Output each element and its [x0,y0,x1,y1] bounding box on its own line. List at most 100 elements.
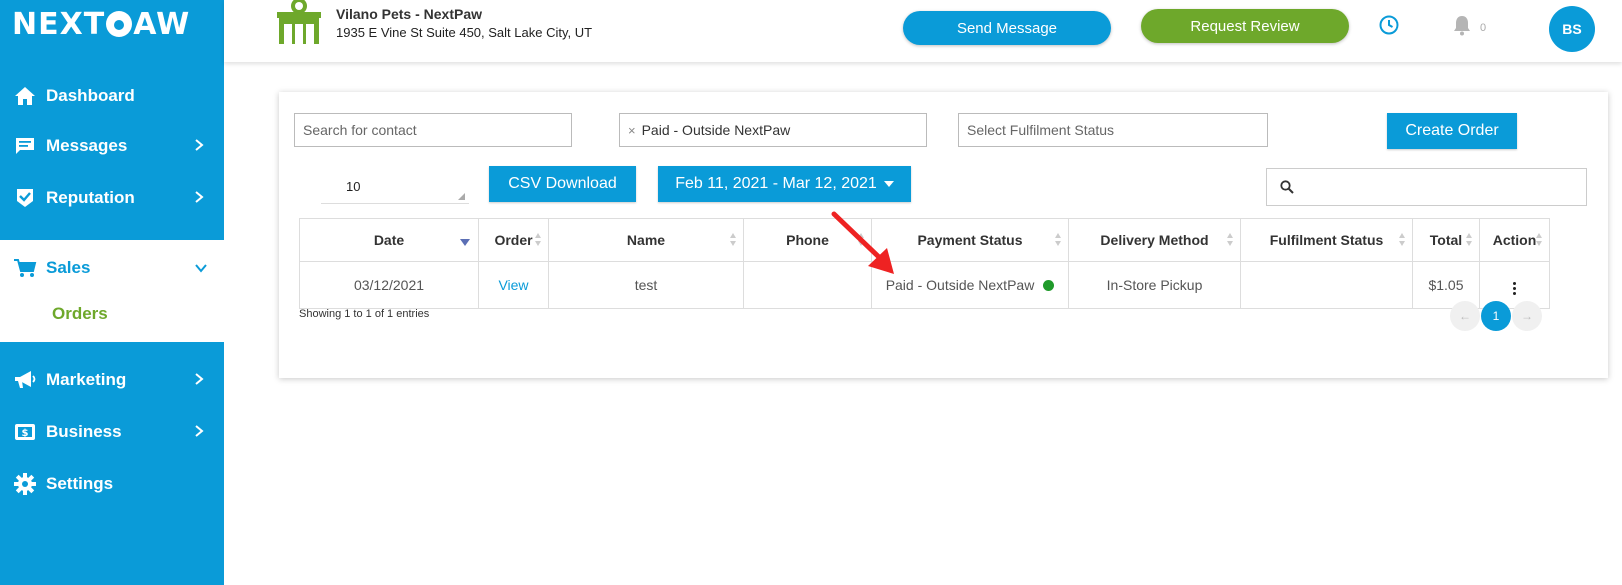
column-header-total[interactable]: Total [1412,218,1480,262]
column-label: Fulfilment Status [1269,232,1384,248]
cell-delivery-method: In-Store Pickup [1068,261,1241,309]
sidebar: NEXT AW Dashboard Messages Reputation Sal… [0,0,224,585]
sidebar-sales-group: Sales Orders [0,240,224,342]
nextpaw-logo[interactable]: NEXT AW [12,6,190,42]
view-order-link[interactable]: View [498,277,528,293]
pagination-next-button[interactable]: → [1512,301,1542,331]
entries-info: Showing 1 to 1 of 1 entries [299,308,430,320]
sidebar-item-label: Messages [46,136,128,155]
sidebar-item-label: Settings [46,474,114,493]
store-address: 1935 E Vine St Suite 450, Salt Lake City… [336,25,593,40]
sort-icon [1399,233,1406,247]
cell-payment-status: Paid - Outside NextPaw [871,261,1069,309]
sidebar-item-marketing[interactable]: Marketing [0,354,224,406]
column-label: Payment Status [917,232,1023,248]
svg-text:$: $ [22,428,29,439]
chevron-right-icon [195,373,204,385]
gear-icon [13,473,37,495]
column-header-action[interactable]: Action [1479,218,1550,262]
message-icon [13,135,37,157]
sidebar-item-label: Business [46,422,122,441]
sidebar-item-dashboard[interactable]: Dashboard [0,70,224,122]
column-label: Date [373,232,405,248]
column-label: Phone [786,232,829,248]
sort-icon [1466,233,1473,247]
cart-icon [13,257,37,279]
sort-desc-icon [460,239,470,246]
payment-status-text: Paid - Outside NextPaw [885,277,1035,293]
column-label: Total [1429,232,1463,248]
sidebar-item-settings[interactable]: Settings [0,458,224,510]
date-range-label: Feb 11, 2021 - Mar 12, 2021 [675,175,877,192]
column-header-order[interactable]: Order [478,218,549,262]
orders-card: Search for contact × Paid - Outside Next… [279,92,1608,378]
orders-table: Date Order Name Phone Payment Status Del… [299,218,1550,309]
column-label: Delivery Method [1100,232,1209,248]
request-review-button[interactable]: Request Review [1141,9,1349,43]
store-name: Vilano Pets - NextPaw [336,6,483,22]
check-shield-icon [13,187,37,209]
megaphone-icon [13,369,37,391]
table-header-row: Date Order Name Phone Payment Status Del… [299,218,1550,262]
remove-tag-icon[interactable]: × [628,123,636,138]
send-message-button[interactable]: Send Message [903,11,1111,45]
bell-icon[interactable] [1452,14,1472,36]
sidebar-item-messages[interactable]: Messages [0,120,224,172]
fulfilment-status-select[interactable]: Select Fulfilment Status [958,113,1268,147]
resize-grip-icon [458,193,465,200]
chevron-right-icon [195,139,204,151]
create-order-button[interactable]: Create Order [1387,113,1517,149]
sort-icon [730,233,737,247]
sort-icon [1227,233,1234,247]
search-icon [1280,180,1294,194]
page-size-value: 10 [346,179,361,194]
page-size-select[interactable]: 10 [321,170,469,204]
contact-search-input[interactable]: Search for contact [294,113,572,147]
cell-fulfilment-status [1240,261,1413,309]
pagination-page-1[interactable]: 1 [1481,301,1511,331]
cell-order: View [478,261,549,309]
column-header-fulfilment-status[interactable]: Fulfilment Status [1240,218,1413,262]
store-icon [277,0,321,44]
avatar[interactable]: BS [1549,6,1595,52]
cell-name: test [548,261,744,309]
notification-count: 0 [1480,22,1487,34]
column-header-name[interactable]: Name [548,218,744,262]
top-header: Vilano Pets - NextPaw 1935 E Vine St Sui… [224,0,1622,62]
annotation-arrow-icon [831,211,894,274]
paw-icon [106,11,133,37]
status-dot-icon [1043,280,1055,291]
sidebar-item-reputation[interactable]: Reputation [0,172,224,224]
table-row: 03/12/2021 View test Paid - Outside Next… [299,261,1550,309]
date-range-button[interactable]: Feb 11, 2021 - Mar 12, 2021 [658,166,911,202]
column-label: Order [494,232,533,248]
column-header-payment-status[interactable]: Payment Status [871,218,1069,262]
payment-status-tag: Paid - Outside NextPaw [641,122,791,138]
column-header-delivery-method[interactable]: Delivery Method [1068,218,1241,262]
chevron-right-icon [195,425,204,437]
payment-status-select[interactable]: × Paid - Outside NextPaw [619,113,927,147]
dollar-icon: $ [13,421,37,443]
sidebar-item-label: Dashboard [46,86,135,105]
caret-down-icon [883,181,894,187]
pagination-prev-button[interactable]: ← [1450,301,1480,331]
column-label: Action [1492,232,1537,248]
sort-icon [1055,233,1062,247]
sort-icon [1536,233,1543,247]
chevron-right-icon [195,191,204,203]
sidebar-item-label: Sales [46,258,91,277]
sidebar-item-sales[interactable]: Sales [0,248,224,288]
logo-text-aw: AW [133,6,191,42]
kebab-menu-icon[interactable] [1509,278,1520,299]
csv-download-button[interactable]: CSV Download [489,166,636,202]
sidebar-item-label: Reputation [46,188,135,207]
column-header-date[interactable]: Date [299,218,479,262]
cell-date: 03/12/2021 [299,261,479,309]
table-search-input[interactable] [1266,168,1587,206]
sidebar-item-business[interactable]: $ Business [0,406,224,458]
sort-icon [535,233,542,247]
home-icon [13,85,37,107]
logo-text-next: NEXT [12,6,106,42]
sidebar-subitem-orders[interactable]: Orders [52,304,108,324]
clock-icon[interactable] [1378,14,1400,36]
